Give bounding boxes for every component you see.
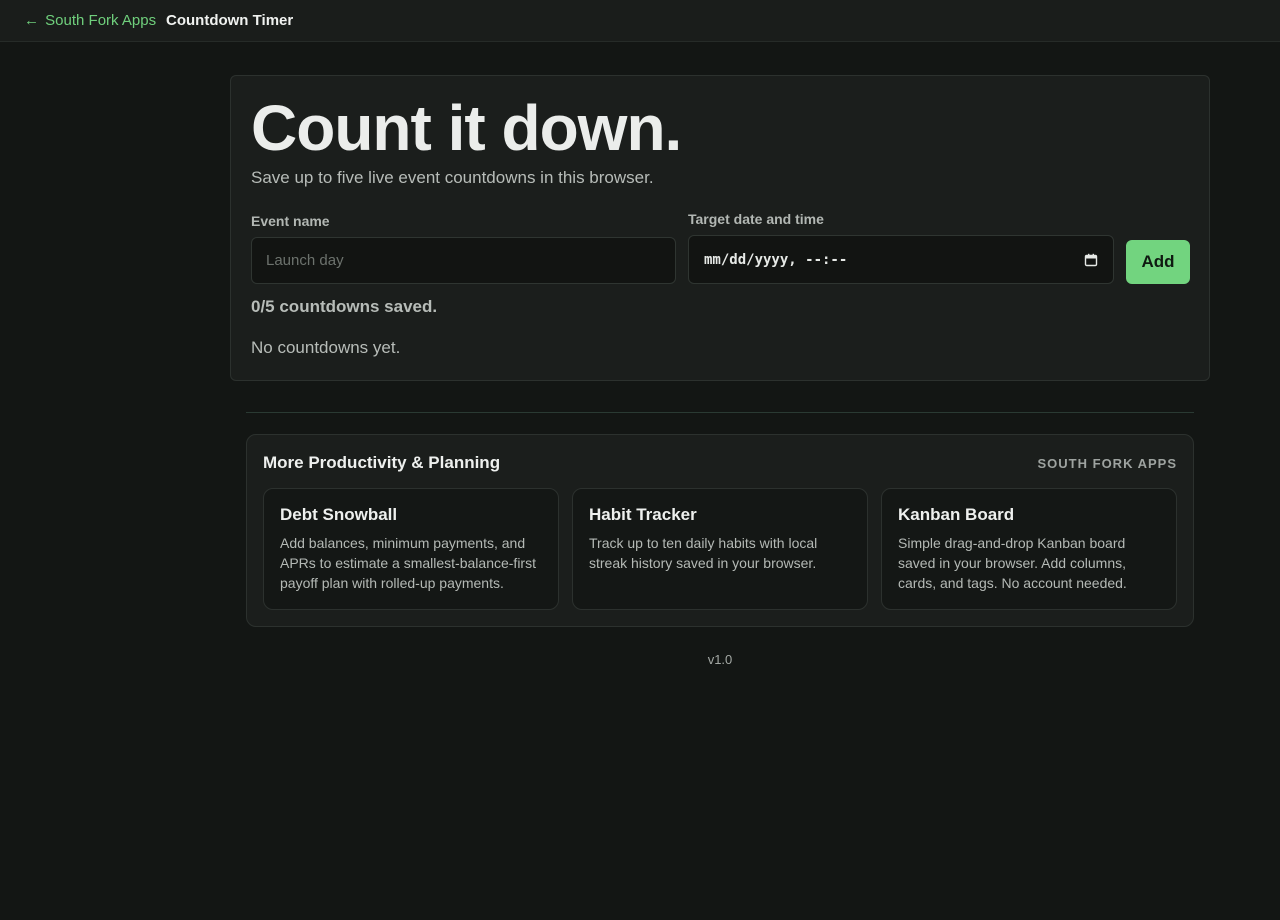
- countdown-card: Count it down. Save up to five live even…: [230, 75, 1210, 381]
- app-card-description: Add balances, minimum payments, and APRs…: [280, 535, 536, 591]
- page-title: Countdown Timer: [166, 12, 294, 29]
- app-card-debt-snowball[interactable]: Debt Snowball Add balances, minimum paym…: [263, 488, 559, 610]
- target-datetime-input[interactable]: mm/dd/yyyy, --:--: [688, 235, 1114, 284]
- hero-subtitle: Save up to five live event countdowns in…: [251, 168, 654, 187]
- event-name-label: Event name: [251, 213, 330, 229]
- saved-count-status: 0/5 countdowns saved.: [251, 297, 438, 316]
- add-countdown-button[interactable]: Add: [1126, 240, 1190, 284]
- app-card-description: Simple drag-and-drop Kanban board saved …: [898, 535, 1127, 591]
- target-date-label: Target date and time: [688, 211, 824, 227]
- calendar-icon[interactable]: [1084, 253, 1098, 267]
- app-card-title: Habit Tracker: [589, 505, 697, 524]
- arrow-left-icon: ←: [24, 12, 39, 29]
- app-card-habit-tracker[interactable]: Habit Tracker Track up to ten daily habi…: [572, 488, 868, 610]
- version-label: v1.0: [707, 652, 733, 667]
- more-apps-title: More Productivity & Planning: [263, 453, 501, 472]
- app-card-title: Debt Snowball: [280, 505, 398, 524]
- app-card-title: Kanban Board: [898, 505, 1015, 524]
- footer: v1.0: [0, 651, 1280, 669]
- hero-title: Count it down.: [251, 92, 682, 164]
- more-apps-section: More Productivity & Planning SOUTH FORK …: [246, 434, 1194, 627]
- top-navigation-bar: ← South Fork Apps Countdown Timer: [0, 0, 1280, 42]
- back-to-south-fork-apps-link[interactable]: ← South Fork Apps: [24, 12, 156, 29]
- datetime-placeholder: mm/dd/yyyy, --:--: [704, 251, 848, 268]
- app-card-kanban-board[interactable]: Kanban Board Simple drag-and-drop Kanban…: [881, 488, 1177, 610]
- empty-state-message: No countdowns yet.: [251, 338, 401, 357]
- event-name-input[interactable]: [251, 237, 676, 284]
- back-link-label: South Fork Apps: [45, 12, 157, 29]
- app-card-description: Track up to ten daily habits with local …: [589, 535, 818, 571]
- brand-label: SOUTH FORK APPS: [1037, 456, 1177, 471]
- section-divider: [246, 412, 1194, 413]
